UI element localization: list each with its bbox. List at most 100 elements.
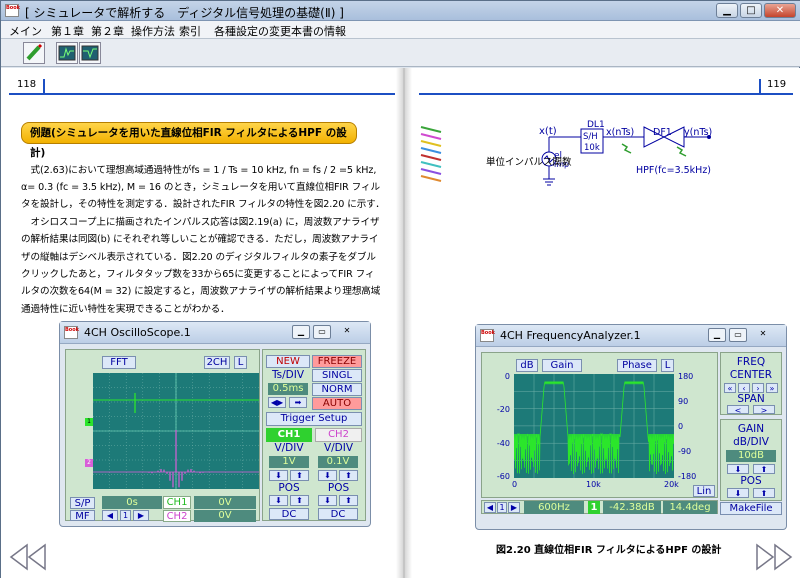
ch2-marker[interactable]: 2 — [85, 459, 93, 467]
oscilloscope-title-bar[interactable]: Book 4CH OscilloScope.1 ▁ ▭ ✕ — [60, 322, 370, 344]
pos-up[interactable]: ⬆ — [753, 488, 775, 498]
analyzer-icon — [81, 45, 99, 61]
next-page-icon[interactable] — [753, 543, 793, 571]
single-button[interactable]: SINGL — [312, 369, 362, 382]
freq-controls: FREQ CENTER « ‹ › » SPAN < > — [720, 352, 782, 415]
pen-icon — [26, 43, 43, 61]
figure-caption: 図2.20 直線位相FIR フィルタによるHPF の設計 — [496, 545, 722, 556]
gain-button[interactable]: Gain — [542, 359, 582, 372]
oscilloscope-tool-button[interactable] — [56, 42, 78, 64]
menu-settings[interactable]: 各種設定の変更 — [214, 23, 291, 39]
book-icon: Book — [64, 326, 79, 339]
restore-button[interactable]: ▭ — [729, 328, 747, 342]
channel-indicator: 1 — [588, 501, 600, 514]
analyzer-tool-button[interactable] — [79, 42, 101, 64]
menu-chapter2[interactable]: 第２章 — [91, 23, 124, 39]
ch1-vdiv-down[interactable]: ⬇ — [269, 470, 288, 481]
paragraph-line: タを設計し，その特性を測定する．設計されたFIR フィルタの特性を図2.20 に… — [21, 199, 385, 210]
minimize-button[interactable]: ▁ — [292, 325, 310, 339]
ch1-tab[interactable]: CH1 — [266, 428, 312, 442]
ch2-dc-button[interactable]: DC — [318, 508, 358, 520]
lin-button[interactable]: Lin — [693, 485, 715, 497]
prev-page-icon[interactable] — [9, 543, 49, 571]
channel-count-button[interactable]: 2CH — [204, 356, 230, 369]
center-right-fast[interactable]: » — [766, 383, 778, 393]
ch2-readout: 0V — [194, 510, 256, 522]
ch1-pos-up[interactable]: ⬆ — [290, 495, 309, 506]
auto-button[interactable]: AUTO — [312, 397, 362, 410]
db-button[interactable]: dB — [516, 359, 538, 372]
ts-div-decrease[interactable]: ◀▶ — [268, 397, 286, 408]
span-increase[interactable]: > — [753, 405, 775, 415]
menu-chapter1[interactable]: 第１章 — [51, 23, 84, 39]
y-left-tick: -60 — [496, 472, 510, 481]
prev-button[interactable]: ◀ — [102, 510, 118, 521]
close-button[interactable]: ✕ — [764, 3, 796, 18]
book-spine — [396, 68, 412, 578]
menu-book-info[interactable]: 本書の情報 — [291, 23, 346, 39]
paragraph-line: クリックしたあと，フィルタタップ数を33から65に変更することによってFIR フ… — [21, 269, 375, 280]
oscilloscope-controls: NEW FREEZE Ts/DIV 0.5ms ◀▶ ➡ SINGL NORM … — [262, 349, 366, 521]
norm-button[interactable]: NORM — [312, 383, 362, 396]
l-button[interactable]: L — [234, 356, 247, 369]
freeze-button[interactable]: FREEZE — [312, 355, 362, 368]
ch1-vdiv-up[interactable]: ⬆ — [290, 470, 309, 481]
analyzer-title-bar[interactable]: Book 4CH FrequencyAnalyzer.1 ▁ ▭ ✕ — [476, 325, 786, 347]
page-number: 1 — [120, 510, 131, 521]
trigger-setup-button[interactable]: Trigger Setup — [266, 412, 362, 426]
next-button[interactable]: ▶ — [133, 510, 149, 521]
paragraph-line: α= 0.3 (fc = 3.5 kHz), M = 16 のとき，シミュレータ… — [21, 182, 380, 193]
span-decrease[interactable]: < — [727, 405, 749, 415]
center-right[interactable]: › — [752, 383, 764, 393]
fft-button[interactable]: FFT — [102, 356, 136, 369]
minimize-button[interactable]: ▁ — [716, 3, 738, 18]
book-icon: Book — [480, 329, 495, 342]
new-button[interactable]: NEW — [266, 355, 310, 368]
ch2-pos-down[interactable]: ⬇ — [318, 495, 337, 506]
maximize-button[interactable]: □ — [740, 3, 762, 18]
application-window: Book [ シミュレータで解析する ディジタル信号処理の基礎(Ⅱ) ] ▁ □… — [0, 0, 800, 578]
ch2-pos-up[interactable]: ⬆ — [339, 495, 358, 506]
prev-button[interactable]: ◀ — [484, 502, 496, 513]
next-button[interactable]: ▶ — [508, 502, 520, 513]
title-bar: Book [ シミュレータで解析する ディジタル信号処理の基礎(Ⅱ) ] ▁ □… — [1, 1, 800, 21]
menu-index[interactable]: 索引 — [179, 23, 201, 39]
analyzer-screen-panel: dB Gain Phase L 0 -20 -40 -60 180 90 0 -… — [481, 352, 718, 498]
l-button[interactable]: L — [661, 359, 674, 372]
minimize-button[interactable]: ▁ — [708, 328, 726, 342]
phase-button[interactable]: Phase — [617, 359, 657, 372]
toolbar — [1, 39, 800, 67]
ch1-pos-down[interactable]: ⬇ — [269, 495, 288, 506]
db-div-up[interactable]: ⬆ — [753, 464, 775, 474]
makefile-button[interactable]: MakeFile — [720, 502, 782, 515]
ts-div-increase[interactable]: ➡ — [289, 397, 307, 408]
dl1-line2: 10k — [584, 143, 600, 153]
oscilloscope-window[interactable]: Book 4CH OscilloScope.1 ▁ ▭ ✕ FFT 2CH L … — [59, 321, 371, 527]
x-tick: 0 — [512, 480, 518, 489]
db-div-value: 10dB — [726, 450, 776, 462]
restore-button[interactable]: ▭ — [313, 325, 331, 339]
freq-readout: 600Hz — [524, 501, 584, 514]
pen-tool-button[interactable] — [23, 42, 45, 64]
paragraph-line: 通過特性に近い特性を実現できることがわかる． — [21, 304, 230, 315]
time-readout: 0s — [102, 496, 162, 509]
menu-main[interactable]: メイン — [9, 23, 42, 39]
center-left[interactable]: ‹ — [738, 383, 750, 393]
mf-button[interactable]: MF — [70, 510, 95, 522]
ch1-marker[interactable]: 1 — [85, 418, 93, 426]
frequency-analyzer-window[interactable]: Book 4CH FrequencyAnalyzer.1 ▁ ▭ ✕ dB Ga… — [475, 324, 787, 530]
right-page-number: 119 — [767, 79, 787, 90]
y-right-tick: 0 — [678, 422, 684, 431]
sp-button[interactable]: S/P — [70, 497, 95, 509]
ch2-vdiv-up[interactable]: ⬆ — [339, 470, 358, 481]
menu-operation[interactable]: 操作方法 — [131, 23, 175, 39]
close-button[interactable]: ✕ — [338, 325, 356, 339]
db-div-down[interactable]: ⬇ — [727, 464, 749, 474]
center-left-fast[interactable]: « — [724, 383, 736, 393]
pos-down[interactable]: ⬇ — [727, 488, 749, 498]
ch2-vdiv-down[interactable]: ⬇ — [318, 470, 337, 481]
y-left-tick: -20 — [496, 405, 510, 414]
close-button[interactable]: ✕ — [754, 328, 772, 342]
ch1-dc-button[interactable]: DC — [269, 508, 309, 520]
ch2-tab[interactable]: CH2 — [315, 428, 362, 442]
